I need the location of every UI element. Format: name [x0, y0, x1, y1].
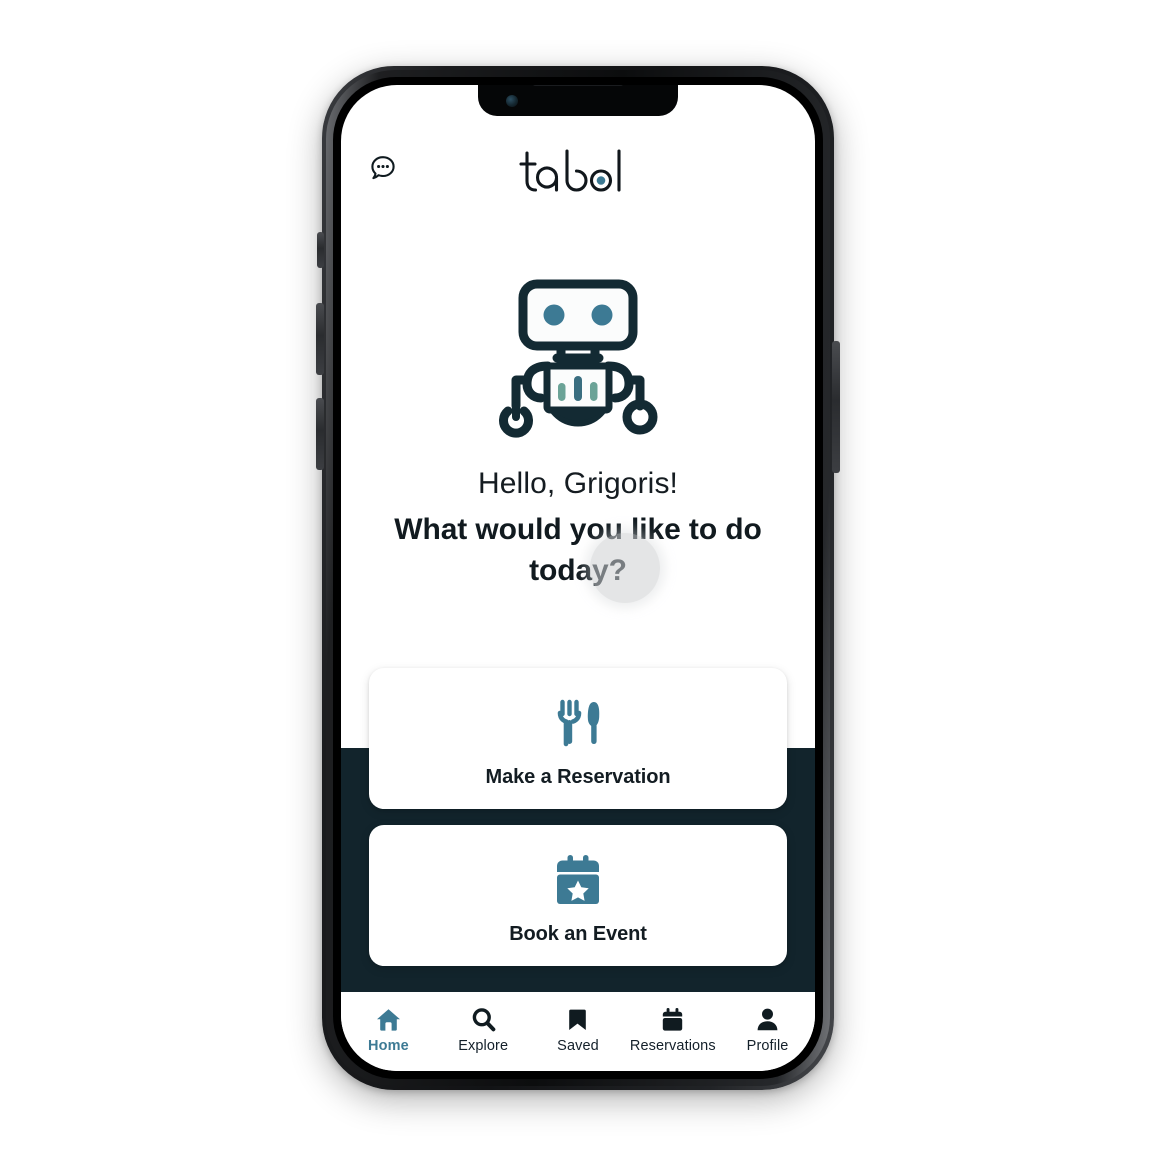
brand-logo — [341, 147, 815, 210]
make-reservation-label: Make a Reservation — [485, 766, 671, 788]
book-event-label: Book an Event — [509, 923, 647, 945]
volume-down-button[interactable] — [316, 398, 324, 470]
greeting-text: Hello, Grigoris! — [478, 467, 678, 500]
power-button[interactable] — [832, 341, 840, 473]
nav-label-saved: Saved — [557, 1038, 599, 1054]
bottom-navigation-bar: Home Explore Saved Reservations Profile — [341, 992, 815, 1071]
robot-mascot-icon — [491, 270, 665, 444]
nav-label-profile: Profile — [746, 1038, 789, 1054]
home-icon — [341, 1004, 436, 1034]
nav-item-profile[interactable]: Profile — [720, 1004, 815, 1054]
app-header — [341, 147, 815, 203]
screenshot-canvas: Hello, Grigoris! What would you like to … — [0, 0, 1156, 1156]
nav-label-reservations: Reservations — [629, 1038, 716, 1054]
nav-item-reservations[interactable]: Reservations — [625, 1004, 720, 1054]
fork-knife-icon — [379, 692, 777, 754]
robot-bar-left — [558, 383, 566, 401]
nav-item-home[interactable]: Home — [341, 1004, 436, 1054]
phone-notch — [478, 85, 678, 116]
earpiece-speaker — [532, 85, 624, 86]
make-reservation-card[interactable]: Make a Reservation — [369, 668, 787, 809]
book-event-card[interactable]: Book an Event — [369, 825, 787, 966]
bookmark-icon — [531, 1004, 626, 1034]
brand-logo-mark — [518, 147, 638, 210]
mute-switch-button[interactable] — [317, 232, 324, 268]
nav-label-explore: Explore — [458, 1038, 509, 1054]
phone-screen: Hello, Grigoris! What would you like to … — [341, 85, 815, 1071]
hero-section: Hello, Grigoris! What would you like to … — [341, 270, 815, 591]
person-icon — [720, 1004, 815, 1034]
robot-eye-right — [591, 304, 613, 326]
volume-up-button[interactable] — [316, 303, 324, 375]
nav-item-explore[interactable]: Explore — [436, 1004, 531, 1054]
nav-item-saved[interactable]: Saved — [531, 1004, 626, 1054]
robot-bar-right — [590, 382, 598, 401]
front-camera — [506, 95, 518, 107]
prompt-question-text: What would you like to do today? — [394, 513, 762, 587]
search-icon — [436, 1004, 531, 1034]
action-cards-container: Make a Reservation Book an Event — [341, 668, 815, 966]
robot-bar-middle — [574, 376, 582, 401]
robot-eye-left — [543, 304, 565, 326]
nav-label-home: Home — [368, 1038, 409, 1054]
calendar-icon — [625, 1004, 720, 1034]
calendar-star-icon — [379, 849, 777, 911]
